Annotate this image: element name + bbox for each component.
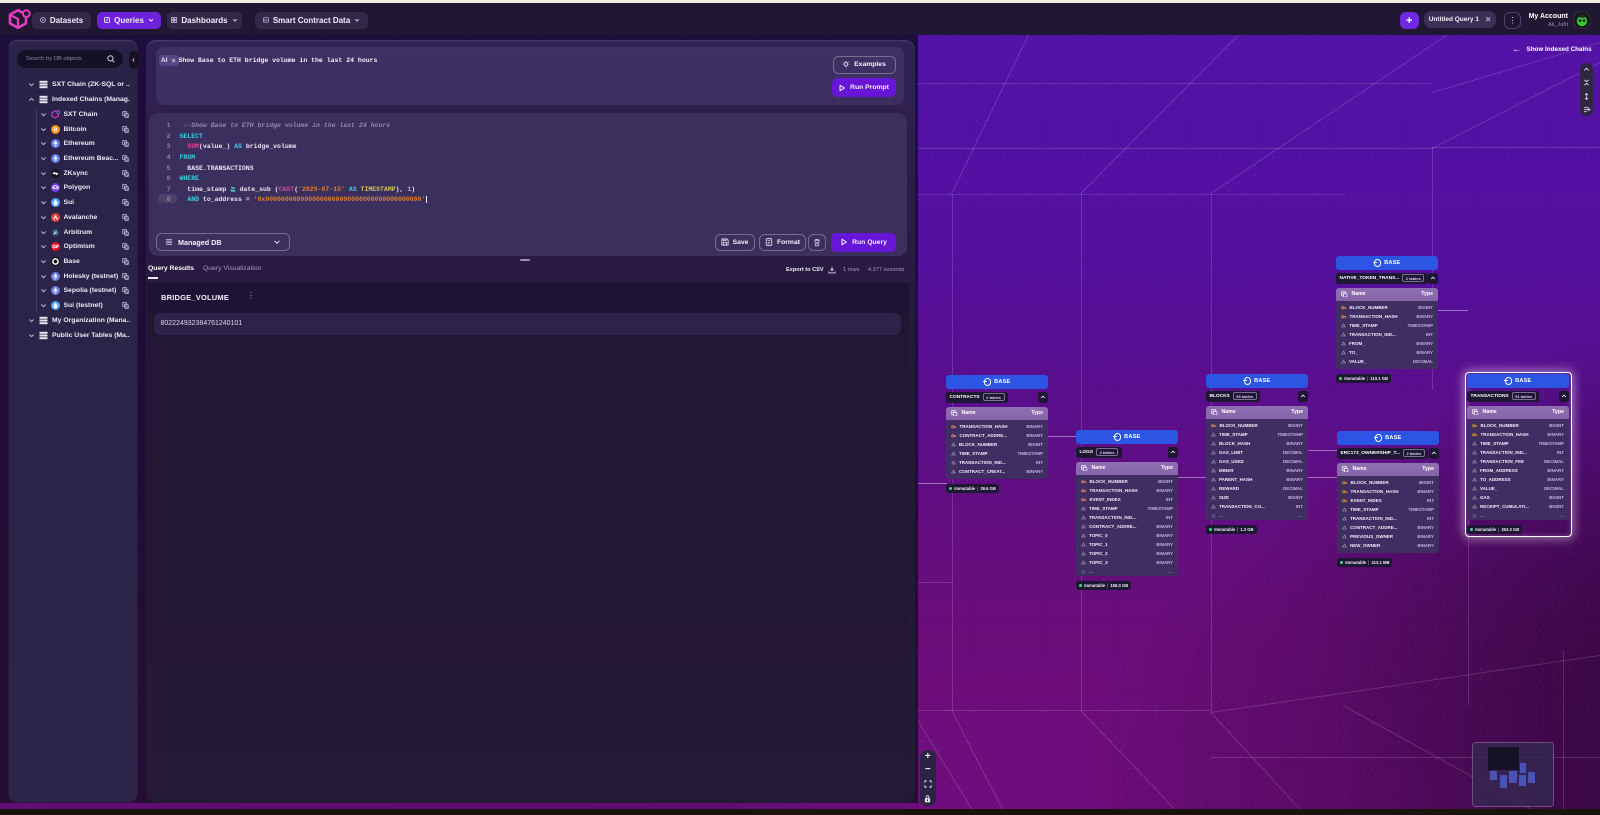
svg-text:B: B	[53, 127, 57, 133]
